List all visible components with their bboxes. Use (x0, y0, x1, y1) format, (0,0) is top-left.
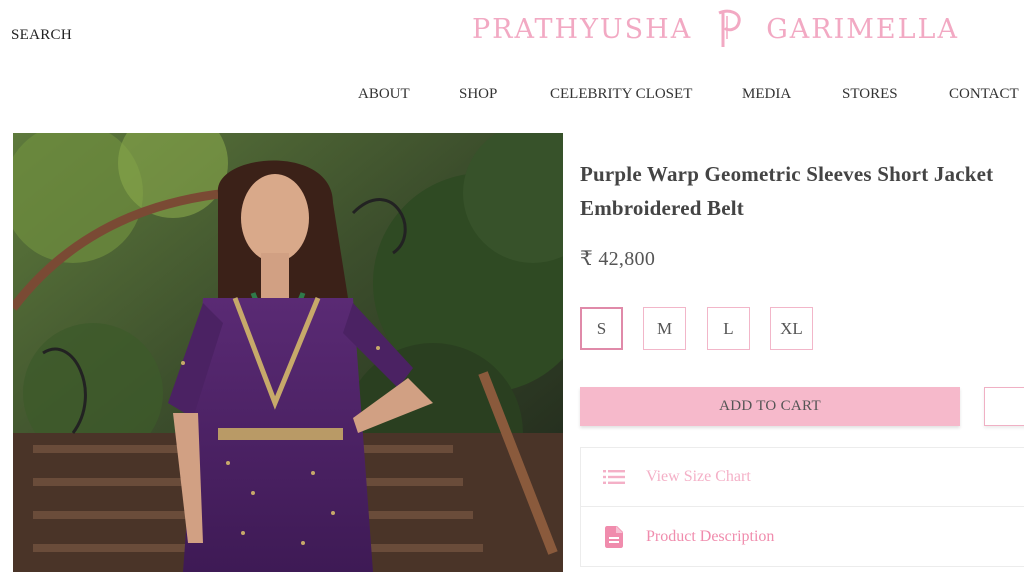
size-option-l[interactable]: L (707, 307, 750, 350)
search-link[interactable]: SEARCH (11, 27, 72, 44)
nav-item-stores[interactable]: STORES (842, 86, 898, 103)
secondary-action-button[interactable] (984, 387, 1024, 426)
product-image[interactable] (13, 133, 563, 572)
brand-name-last: GARIMELLA (766, 13, 959, 45)
size-option-m[interactable]: M (643, 307, 686, 350)
product-price: ₹ 42,800 (580, 248, 656, 270)
add-to-cart-button[interactable]: ADD TO CART (580, 387, 960, 426)
nav-item-contact[interactable]: CONTACT (949, 86, 1019, 103)
size-chart-row[interactable]: View Size Chart (581, 448, 1024, 507)
brand-monogram-icon (718, 9, 741, 47)
list-icon (581, 470, 646, 484)
nav-item-about[interactable]: ABOUT (358, 86, 410, 103)
main-nav: ABOUT SHOP CELEBRITY CLOSET MEDIA STORES… (0, 86, 1024, 106)
brand-logo[interactable]: PRATHYUSHA GARIMELLA (472, 6, 959, 52)
product-title: Purple Warp Geometric Sleeves Short Jack… (580, 157, 1024, 225)
nav-item-celebrity-closet[interactable]: CELEBRITY CLOSET (550, 86, 692, 103)
product-description-label: Product Description (646, 527, 775, 545)
product-title-line2: Embroidered Belt (580, 196, 745, 220)
nav-item-media[interactable]: MEDIA (742, 86, 791, 103)
product-title-line1: Purple Warp Geometric Sleeves Short Jack… (580, 162, 994, 186)
document-icon (581, 525, 646, 548)
product-photo-illustration (13, 133, 563, 572)
nav-item-shop[interactable]: SHOP (459, 86, 497, 103)
size-chart-label: View Size Chart (646, 468, 751, 485)
size-option-s[interactable]: S (580, 307, 623, 350)
size-option-xl[interactable]: XL (770, 307, 813, 350)
brand-name-first: PRATHYUSHA (472, 13, 693, 45)
product-info-accordion: View Size Chart Product Description (580, 447, 1024, 567)
product-description-row[interactable]: Product Description (581, 507, 1024, 566)
